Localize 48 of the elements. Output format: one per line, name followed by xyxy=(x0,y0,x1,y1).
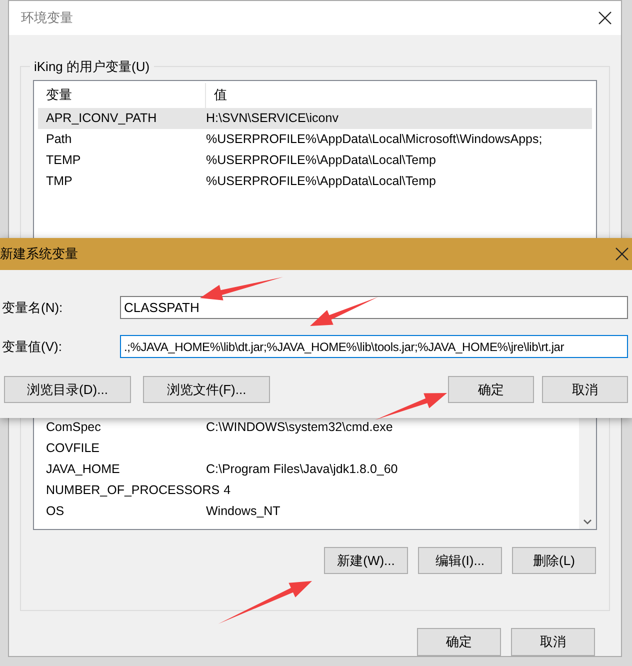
action-button[interactable]: 新建(W)... xyxy=(324,547,408,574)
variable-value: C:\WINDOWS\system32\cmd.exe xyxy=(206,419,393,436)
dialog-title: 新建系统变量 xyxy=(0,245,78,264)
close-icon[interactable] xyxy=(615,247,629,261)
variable-value: %USERPROFILE%\AppData\Local\Temp xyxy=(206,172,436,190)
group-label: iKing 的用户变量(U) xyxy=(33,58,151,76)
field-label: 变量名(N): xyxy=(1,298,64,317)
variable-name: OS xyxy=(45,503,66,520)
arrow-annotation xyxy=(310,297,378,326)
variable-name: COVFILE xyxy=(45,440,100,458)
dialog-button[interactable]: 确定 xyxy=(417,628,501,656)
action-button[interactable]: 编辑(I)... xyxy=(418,547,502,574)
variable-value: H:\SVN\SERVICE\iconv xyxy=(206,110,338,127)
variable-value: C:\Program Files\Java\jdk1.8.0_60 xyxy=(206,461,398,478)
table-row[interactable]: ComSpec C:\WINDOWS\system32\cmd.exe xyxy=(38,417,575,438)
table-row[interactable]: COVFILE xyxy=(38,438,575,459)
variable-name: ComSpec xyxy=(45,419,102,436)
dialog-button[interactable]: 取消 xyxy=(511,628,595,656)
input-field[interactable]: CLASSPATH xyxy=(120,296,628,319)
table-row[interactable]: NUMBER_OF_PROCESSORS 4 xyxy=(38,480,575,501)
close-icon[interactable] xyxy=(598,11,612,25)
variable-name: JAVA_HOME xyxy=(45,461,121,478)
table-row[interactable]: TMP %USERPROFILE%\AppData\Local\Temp xyxy=(38,170,592,192)
action-button[interactable]: 删除(L) xyxy=(512,547,596,574)
table-row[interactable]: JAVA_HOME C:\Program Files\Java\jdk1.8.0_60 xyxy=(38,459,575,480)
scroll-down-icon[interactable] xyxy=(583,519,592,525)
column-header: 值 xyxy=(213,86,227,104)
variable-name: Path xyxy=(45,130,73,148)
variable-value: 4 xyxy=(224,482,231,500)
dialog-button[interactable]: 确定 xyxy=(448,376,534,403)
window-title: 环境变量 xyxy=(20,9,73,28)
variable-value: %USERPROFILE%\AppData\Local\Temp xyxy=(206,152,436,169)
dialog-button[interactable]: 取消 xyxy=(542,376,628,403)
arrow-annotation xyxy=(375,393,447,420)
browse-button[interactable]: 浏览目录(D)... xyxy=(4,376,131,403)
variable-name: APR_ICONV_PATH xyxy=(45,110,158,127)
variable-value: %USERPROFILE%\AppData\Local\Microsoft\WindowsApps; xyxy=(206,130,542,148)
table-row[interactable]: APR_ICONV_PATH H:\SVN\SERVICE\iconv xyxy=(38,108,592,128)
variable-name: NUMBER_OF_PROCESSORS xyxy=(45,482,221,500)
table-row[interactable]: TEMP %USERPROFILE%\AppData\Local\Temp xyxy=(38,150,592,170)
table-row[interactable]: OS Windows_NT xyxy=(38,501,575,522)
variable-value: Windows_NT xyxy=(206,503,280,520)
variable-name: TMP xyxy=(45,172,74,190)
browse-button[interactable]: 浏览文件(F)... xyxy=(143,376,270,403)
field-label: 变量值(V): xyxy=(1,338,63,356)
table-row[interactable]: Path %USERPROFILE%\AppData\Local\Microsoft\WindowsApps; xyxy=(38,128,592,150)
variable-name: TEMP xyxy=(45,152,82,169)
input-field[interactable]: .;%JAVA_HOME%\lib\dt.jar;%JAVA_HOME%\lib\tools.jar;%JAVA_HOME%\jre\lib\rt.jar xyxy=(120,335,628,358)
